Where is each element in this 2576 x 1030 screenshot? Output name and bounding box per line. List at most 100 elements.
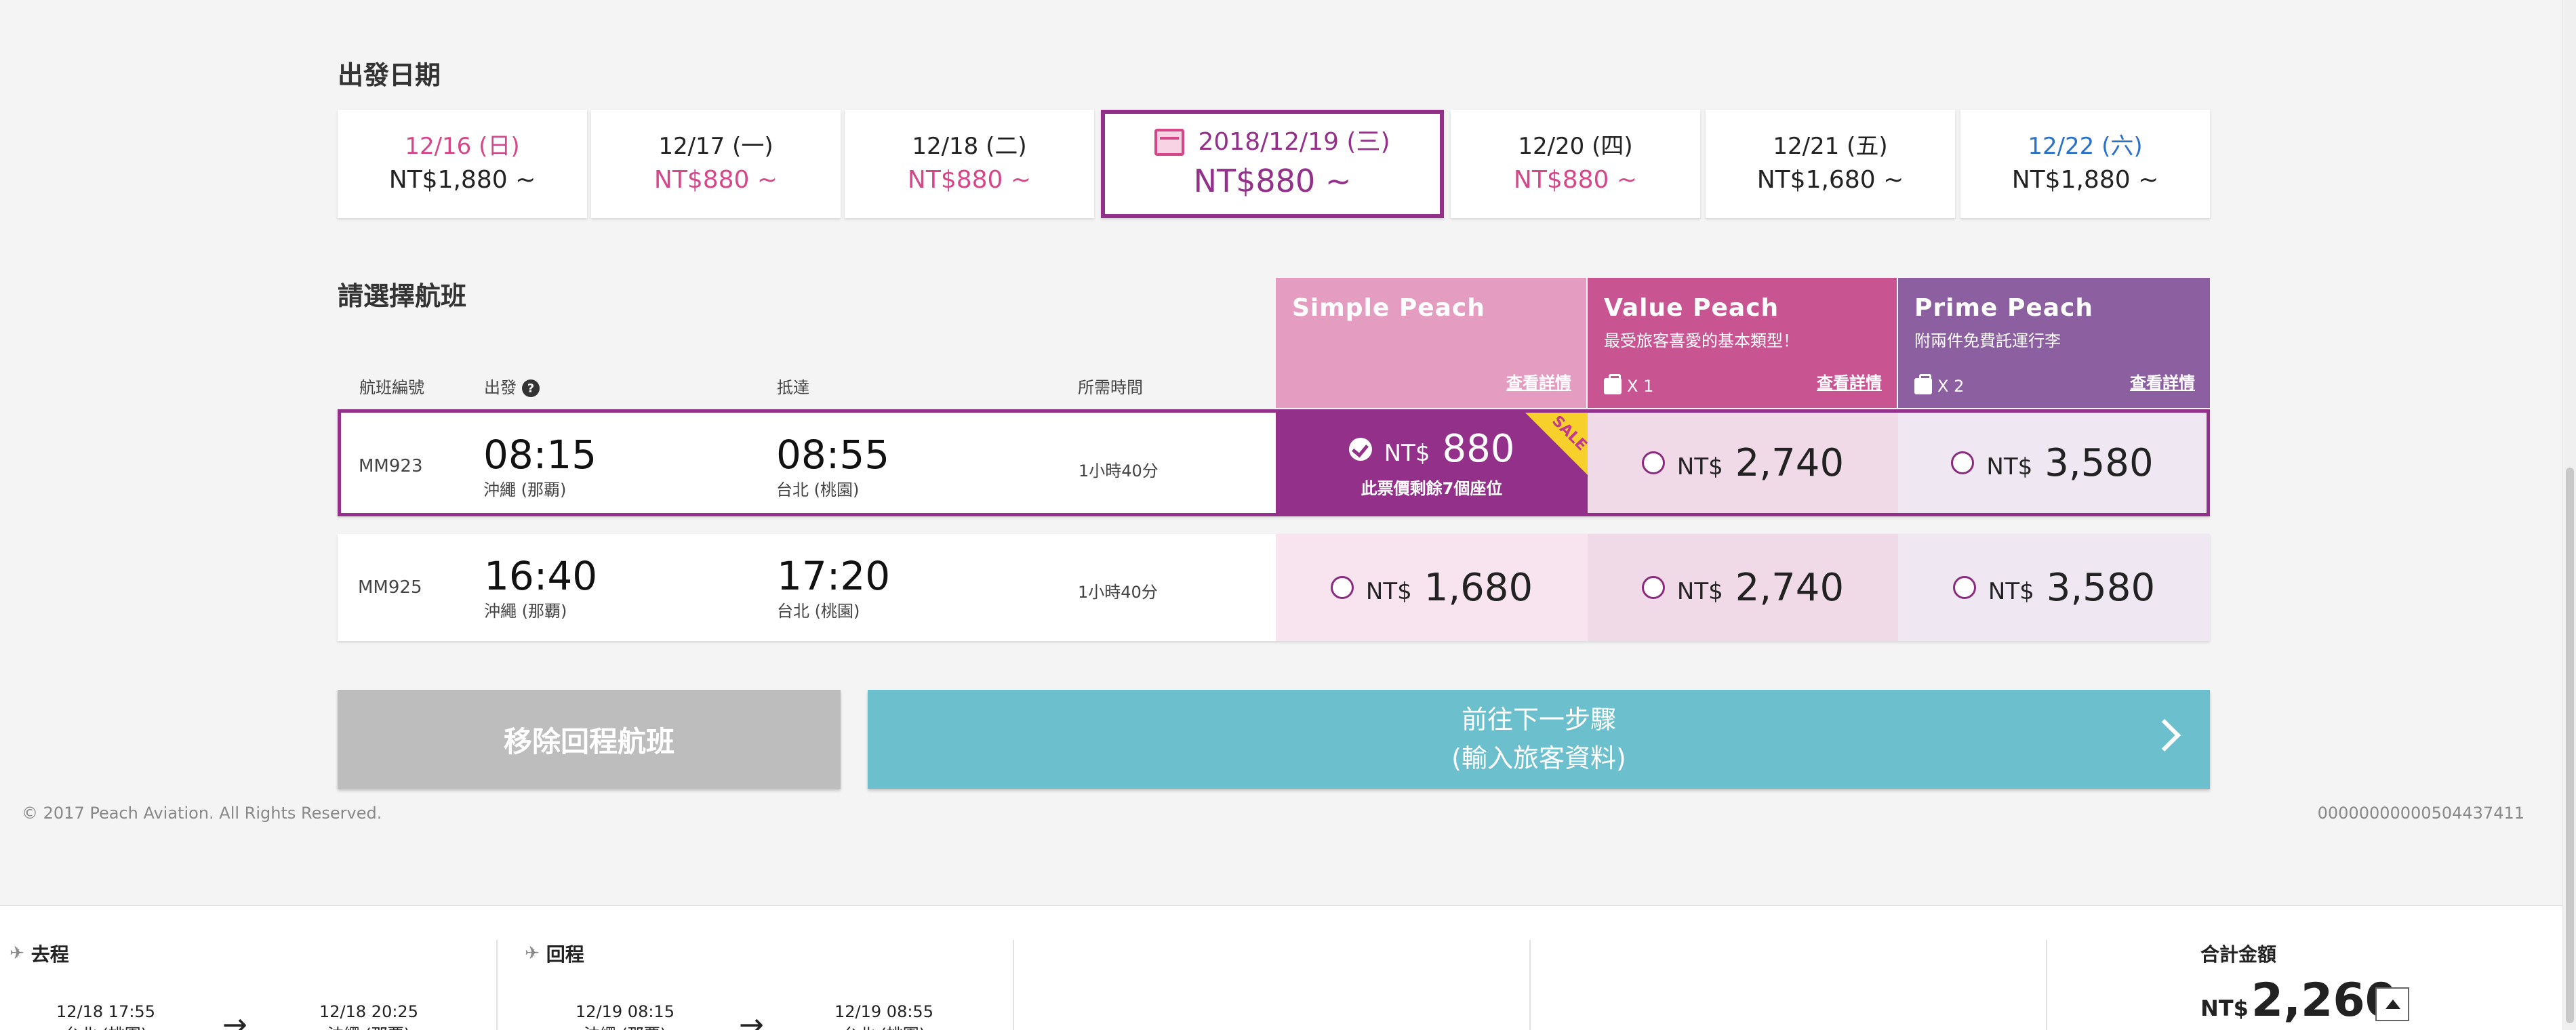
- flight-duration: 1小時40分: [1078, 583, 1158, 602]
- flight-select-title: 請選擇航班: [338, 281, 467, 311]
- arrive-time: 08:55: [776, 432, 890, 478]
- outbound-summary: ✈ 去程 12/18 17:55 台北 (桃園) → 12/18 20:25 沖繩…: [9, 940, 484, 1030]
- help-icon[interactable]: ?: [522, 379, 540, 397]
- sale-ribbon: SALE: [1525, 413, 1588, 475]
- date-price: NT$880 ~: [653, 165, 778, 194]
- currency: NT$: [1365, 578, 1412, 605]
- expand-summary-button[interactable]: [2375, 987, 2409, 1021]
- outbound-arrive-city: 沖繩 (那覇): [287, 1024, 450, 1030]
- baggage-icon: [1914, 374, 1932, 394]
- copyright-text: © 2017 Peach Aviation. All Rights Reserv…: [22, 804, 382, 823]
- date-label: 12/16 (日): [405, 133, 520, 160]
- fare-option-value[interactable]: NT$ 2,740: [1588, 413, 1898, 513]
- date-price: NT$880 ~: [907, 165, 1032, 194]
- fare-header-simple-peach: Simple Peach 查看詳情: [1276, 278, 1586, 408]
- arrive-city: 台北 (桃園): [777, 602, 860, 621]
- airplane-icon: ✈: [525, 943, 540, 964]
- document-id: 00000000000504437411: [2317, 804, 2524, 823]
- date-tab-1216[interactable]: 12/16 (日) NT$1,880 ~: [338, 110, 587, 218]
- date-price: NT$1,880 ~: [388, 165, 536, 194]
- date-tab-1220[interactable]: 12/20 (四) NT$880 ~: [1451, 110, 1700, 218]
- arrive-city: 台北 (桃園): [776, 480, 860, 499]
- divider: [1013, 940, 1014, 1030]
- radio-button[interactable]: [1951, 451, 1975, 474]
- currency: NT$: [1384, 439, 1430, 467]
- col-arrive: 抵達: [777, 378, 809, 397]
- date-tab-1218[interactable]: 12/18 (二) NT$880 ~: [845, 110, 1094, 218]
- scrollbar-thumb[interactable]: [2566, 468, 2574, 1023]
- radio-button[interactable]: [1330, 576, 1354, 599]
- fare-option-prime[interactable]: NT$ 3,580: [1898, 534, 2210, 641]
- fare-detail-link[interactable]: 查看詳情: [1817, 369, 1882, 393]
- outbound-label: 去程: [31, 943, 69, 966]
- date-price: NT$1,680 ~: [1756, 165, 1904, 194]
- fare-option-simple-selected[interactable]: NT$ 880 此票價剩餘7個座位 SALE: [1276, 413, 1588, 513]
- arrow-right-icon: →: [739, 1008, 764, 1030]
- currency: NT$: [1676, 453, 1723, 480]
- radio-button[interactable]: [1641, 451, 1665, 474]
- fare-price: 2,740: [1735, 565, 1845, 610]
- fare-option-simple[interactable]: NT$ 1,680: [1276, 534, 1588, 641]
- date-label: 12/20 (四): [1518, 133, 1633, 160]
- currency: NT$: [1988, 578, 2034, 605]
- seats-left-note: 此票價剩餘7個座位: [1361, 479, 1503, 498]
- return-label: 回程: [546, 943, 584, 966]
- depart-city: 沖繩 (那覇): [483, 480, 567, 499]
- total-amount: NT$ 2,260: [2200, 974, 2397, 1027]
- arrow-right-icon: →: [222, 1008, 247, 1030]
- fare-price: 3,580: [2046, 565, 2156, 610]
- col-depart: 出發?: [484, 374, 540, 398]
- divider: [496, 940, 498, 1030]
- page-scrollbar[interactable]: [2562, 0, 2576, 1030]
- arrive-time: 17:20: [777, 553, 891, 599]
- total-currency: NT$: [2200, 995, 2249, 1021]
- date-price: NT$1,880 ~: [2011, 165, 2159, 194]
- check-icon: [1348, 437, 1372, 461]
- fare-option-prime[interactable]: NT$ 3,580: [1898, 413, 2207, 513]
- fare-option-value[interactable]: NT$ 2,740: [1588, 534, 1898, 641]
- remove-return-flight-button[interactable]: 移除回程航班: [338, 690, 841, 789]
- total-amount-label: 合計金額: [2200, 943, 2277, 966]
- currency: NT$: [1676, 578, 1723, 605]
- flight-number: MM925: [358, 577, 422, 598]
- depart-time: 16:40: [484, 553, 598, 599]
- date-label: 2018/12/19 (三): [1198, 127, 1390, 156]
- date-label: 12/17 (一): [658, 133, 773, 160]
- return-depart-city: 沖繩 (那覇): [544, 1024, 706, 1030]
- departure-date-title: 出發日期: [338, 60, 441, 90]
- date-tab-1217[interactable]: 12/17 (一) NT$880 ~: [591, 110, 841, 218]
- date-price: NT$880 ~: [1193, 163, 1352, 199]
- return-depart-time: 12/19 08:15: [576, 1002, 675, 1021]
- next-step-sublabel: (輸入旅客資料): [1451, 743, 1626, 773]
- fare-detail-link[interactable]: 查看詳情: [2130, 369, 2195, 393]
- next-step-label: 前往下一步驟: [1461, 705, 1616, 735]
- next-step-button[interactable]: 前往下一步驟 (輸入旅客資料): [868, 690, 2210, 789]
- date-label: 12/22 (六): [2028, 133, 2143, 160]
- fare-description: 附兩件免費託運行李: [1914, 331, 2061, 350]
- fare-detail-link[interactable]: 查看詳情: [1506, 369, 1571, 393]
- depart-city: 沖繩 (那覇): [484, 602, 567, 621]
- radio-button[interactable]: [1641, 576, 1665, 599]
- airplane-icon: ✈: [9, 943, 24, 964]
- date-tab-1221[interactable]: 12/21 (五) NT$1,680 ~: [1706, 110, 1955, 218]
- date-label: 12/18 (二): [912, 133, 1027, 160]
- fare-price: 880: [1442, 427, 1515, 471]
- fare-name: Simple Peach: [1292, 294, 1485, 322]
- currency: NT$: [1986, 453, 2033, 480]
- flight-row-mm925[interactable]: MM925 16:40 沖繩 (那覇) 17:20 台北 (桃園) 1小時40分…: [338, 534, 2210, 641]
- radio-button[interactable]: [1952, 576, 1976, 599]
- baggage-count: X 1: [1627, 377, 1654, 396]
- fare-header-value-peach: Value Peach 最受旅客喜愛的基本類型！ X 1 查看詳情: [1588, 278, 1897, 408]
- booking-summary-bar: ✈ 去程 12/18 17:55 台北 (桃園) → 12/18 20:25 沖繩…: [0, 905, 2562, 1030]
- fare-name: Value Peach: [1604, 294, 1779, 322]
- outbound-arrive-time: 12/18 20:25: [319, 1002, 418, 1021]
- fare-price: 1,680: [1424, 565, 1533, 610]
- baggage-icon: [1604, 374, 1622, 394]
- date-tab-1222[interactable]: 12/22 (六) NT$1,880 ~: [1960, 110, 2210, 218]
- fare-price: 2,740: [1735, 440, 1845, 485]
- fare-price: 3,580: [2045, 440, 2154, 485]
- fare-description: 最受旅客喜愛的基本類型！: [1604, 331, 1799, 350]
- date-price: NT$880 ~: [1513, 165, 1638, 194]
- flight-row-mm923[interactable]: MM923 08:15 沖繩 (那覇) 08:55 台北 (桃園) 1小時40分…: [338, 409, 2210, 516]
- date-tab-1219-selected[interactable]: 2018/12/19 (三) NT$880 ~: [1101, 110, 1444, 218]
